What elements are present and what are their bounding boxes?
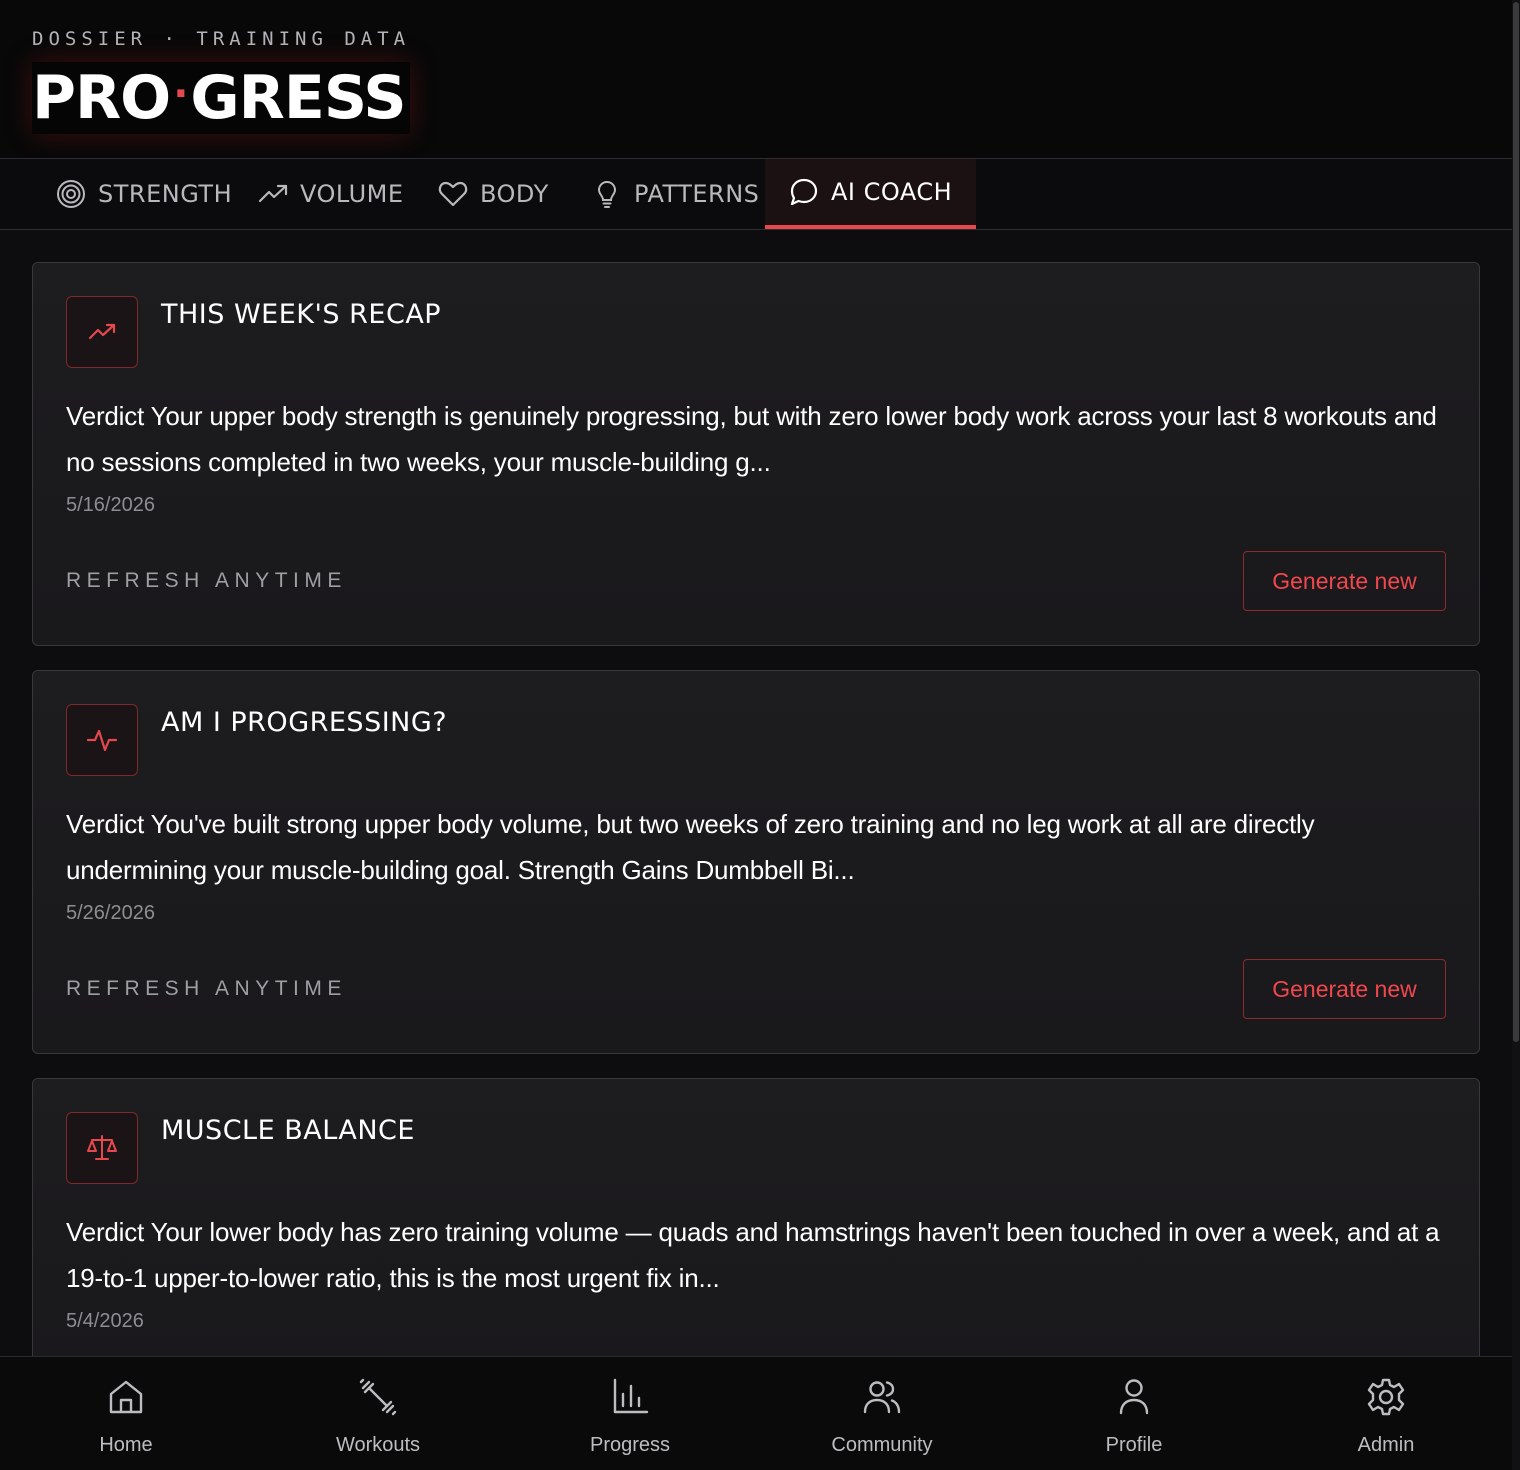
nav-label: Home <box>99 1434 153 1456</box>
tab-volume[interactable]: VOLUME <box>258 159 404 229</box>
card-body: Verdict Your upper body strength is genu… <box>66 401 1437 477</box>
card-icon-box <box>66 296 138 368</box>
card-icon-box <box>66 1112 138 1184</box>
tab-label: VOLUME <box>300 180 404 208</box>
chat-bubble-icon <box>790 178 818 206</box>
nav-label: Workouts <box>335 1434 421 1456</box>
heart-icon <box>438 181 468 207</box>
tab-label: BODY <box>480 180 549 208</box>
nav-label: Community <box>831 1434 933 1456</box>
tab-bar: STRENGTH VOLUME BODY PATTERNS AI COACH <box>0 158 1512 230</box>
brand-left: PRO <box>32 63 171 133</box>
card-icon-box <box>66 704 138 776</box>
card-footer-note: REFRESH ANYTIME <box>66 977 347 1000</box>
nav-profile[interactable]: Profile <box>1008 1357 1260 1470</box>
scale-icon <box>87 1135 117 1160</box>
scrollbar-thumb[interactable] <box>1513 2 1519 1042</box>
card-date: 5/16/2026 <box>66 494 155 516</box>
card-title: MUSCLE BALANCE <box>161 1115 415 1146</box>
target-icon <box>57 180 85 208</box>
gear-icon <box>1367 1378 1405 1416</box>
nav-admin[interactable]: Admin <box>1260 1357 1512 1470</box>
nav-label: Profile <box>1105 1434 1163 1456</box>
nav-home[interactable]: Home <box>0 1357 252 1470</box>
user-icon <box>1119 1379 1149 1415</box>
card-title: THIS WEEK'S RECAP <box>161 299 442 330</box>
card-body: Verdict You've built strong upper body v… <box>66 809 1315 885</box>
card-date: 5/26/2026 <box>66 902 155 924</box>
nav-label: Admin <box>1357 1434 1415 1456</box>
nav-progress[interactable]: Progress <box>504 1357 756 1470</box>
tab-ai-coach[interactable]: AI COACH <box>765 159 977 229</box>
card-date: 5/4/2026 <box>66 1310 144 1332</box>
card-body: Verdict Your lower body has zero trainin… <box>66 1217 1440 1293</box>
page-title: PRO · GRESS <box>32 62 410 134</box>
bottom-navigation: Home Workouts Progress Community Profile… <box>0 1356 1512 1470</box>
insight-card-am-i-progressing: AM I PROGRESSING? Verdict You've built s… <box>32 670 1480 1054</box>
nav-workouts[interactable]: Workouts <box>252 1357 504 1470</box>
dumbbell-icon <box>359 1378 397 1416</box>
trending-up-icon <box>88 323 116 340</box>
brand-dot: · <box>173 71 188 117</box>
insight-card-muscle-balance: MUSCLE BALANCE Verdict Your lower body h… <box>32 1078 1480 1378</box>
page-header: DOSSIER · TRAINING DATA PRO · GRESS <box>0 0 1512 158</box>
users-icon <box>863 1381 901 1414</box>
card-footer-note: REFRESH ANYTIME <box>66 569 347 592</box>
nav-label: Progress <box>589 1434 671 1456</box>
tab-label: STRENGTH <box>98 180 233 208</box>
section-eyebrow: DOSSIER · TRAINING DATA <box>32 28 411 50</box>
generate-new-button[interactable]: Generate new <box>1243 551 1446 611</box>
tab-body[interactable]: BODY <box>438 159 549 229</box>
card-title: AM I PROGRESSING? <box>161 707 448 738</box>
trending-up-icon <box>258 184 288 203</box>
tab-patterns[interactable]: PATTERNS <box>592 159 759 229</box>
generate-new-button[interactable]: Generate new <box>1243 959 1446 1019</box>
tab-label: AI COACH <box>831 178 953 206</box>
brand-right: GRESS <box>190 63 406 133</box>
progress-page: DOSSIER · TRAINING DATA PRO · GRESS STRENG… <box>0 0 1520 1470</box>
tab-label: PATTERNS <box>634 180 760 208</box>
home-icon <box>109 1380 143 1414</box>
bar-chart-icon <box>613 1378 649 1414</box>
insight-card-weekly-recap: THIS WEEK'S RECAP Verdict Your upper bod… <box>32 262 1480 646</box>
lightbulb-icon <box>597 180 617 208</box>
activity-pulse-icon <box>86 729 118 752</box>
nav-community[interactable]: Community <box>756 1357 1008 1470</box>
tab-strength[interactable]: STRENGTH <box>56 159 232 229</box>
